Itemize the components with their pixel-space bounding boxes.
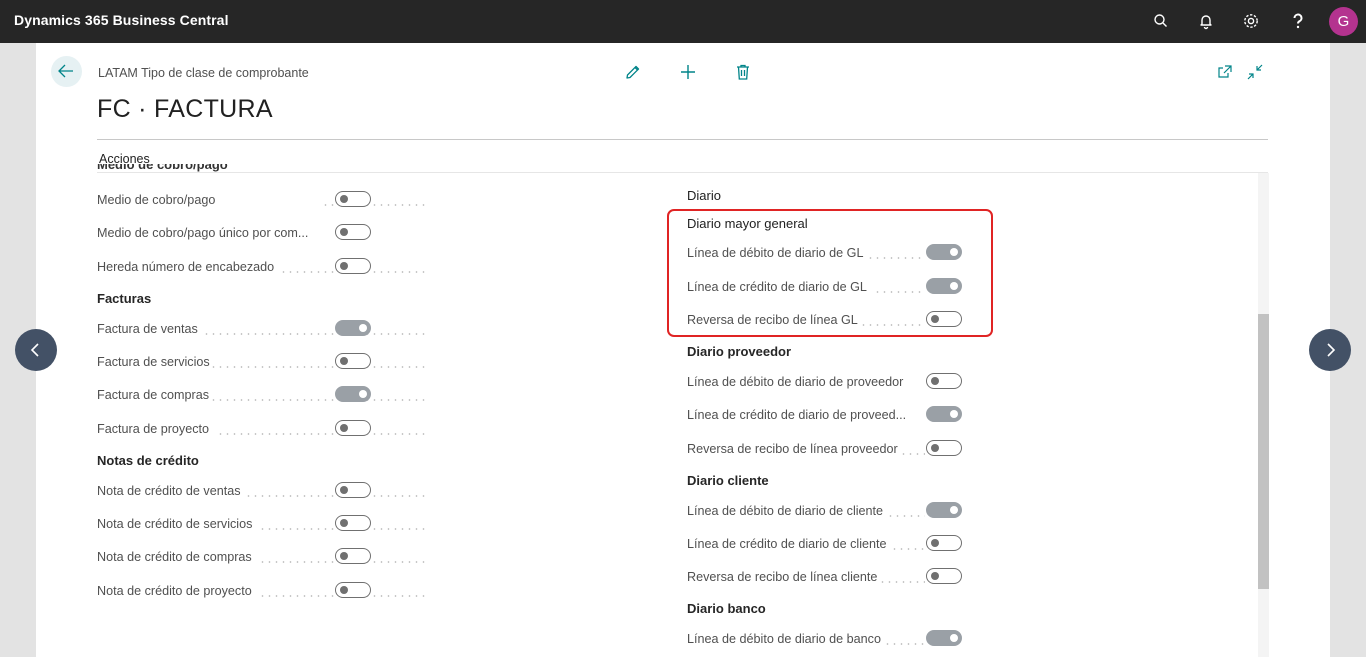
header-divider <box>97 139 1268 140</box>
edit-icon[interactable] <box>624 63 642 81</box>
field-label: Nota de crédito de compras <box>97 550 252 564</box>
next-record-button[interactable] <box>1309 329 1351 371</box>
field-label: Medio de cobro/pago <box>97 193 216 207</box>
toggle-switch[interactable] <box>926 535 962 551</box>
field-label: Medio de cobro/pago único por com... <box>97 226 309 240</box>
field-label: Hereda número de encabezado <box>97 260 275 274</box>
field-label: Línea de crédito de diario de proveed... <box>687 408 907 422</box>
toggle-switch[interactable] <box>335 548 371 564</box>
top-bar: Dynamics 365 Business Central G <box>0 0 1366 43</box>
field-label: Nota de crédito de ventas <box>97 484 241 498</box>
field-label: Línea de débito de diario de cliente <box>687 504 884 518</box>
field-label: Línea de crédito de diario de cliente <box>687 537 887 551</box>
toggle-switch[interactable] <box>335 224 371 240</box>
toggle-switch[interactable] <box>335 582 371 598</box>
collapse-icon[interactable] <box>1246 63 1264 81</box>
toggle-switch[interactable] <box>335 258 371 274</box>
field-label: Factura de compras <box>97 388 209 402</box>
group-title-facturas: Facturas <box>97 291 152 306</box>
toggle-switch[interactable] <box>335 386 371 402</box>
toggle-switch[interactable] <box>335 353 371 369</box>
group-title-proveedor: Diario proveedor <box>687 344 792 359</box>
field-label: Línea de débito de diario de banco <box>687 632 881 646</box>
chevron-left-icon <box>30 343 39 357</box>
toggle-switch[interactable] <box>926 440 962 456</box>
field-label: Factura de servicios <box>97 355 210 369</box>
toggle-switch[interactable] <box>926 406 962 422</box>
toggle-switch[interactable] <box>926 502 962 518</box>
gear-icon[interactable] <box>1242 12 1262 32</box>
toggle-switch[interactable] <box>335 191 371 207</box>
toggle-switch[interactable] <box>926 568 962 584</box>
group-title-notas: Notas de crédito <box>97 453 199 468</box>
toggle-switch[interactable] <box>335 320 371 336</box>
field-label: Factura de ventas <box>97 322 198 336</box>
section-title-diario: Diario <box>687 188 721 203</box>
field-label: Línea de débito de diario de proveedor <box>687 375 904 389</box>
app-title[interactable]: Dynamics 365 Business Central <box>14 12 229 28</box>
field-label: Nota de crédito de servicios <box>97 517 253 531</box>
scrollbar-thumb[interactable] <box>1258 314 1269 589</box>
toggle-switch[interactable] <box>335 482 371 498</box>
delete-icon[interactable] <box>734 63 752 81</box>
toggle-switch[interactable] <box>335 515 371 531</box>
page-card <box>36 43 1330 657</box>
help-icon[interactable] <box>1289 12 1309 32</box>
bell-icon[interactable] <box>1197 12 1217 32</box>
previous-record-button[interactable] <box>15 329 57 371</box>
group-title-cliente: Diario cliente <box>687 473 769 488</box>
field-label: Nota de crédito de proyecto <box>97 584 252 598</box>
back-button[interactable] <box>51 56 82 87</box>
page-title: FC · FACTURA <box>97 95 273 123</box>
chevron-right-icon <box>1327 343 1336 357</box>
avatar[interactable]: G <box>1329 7 1358 36</box>
field-label: Factura de proyecto <box>97 422 210 436</box>
field-label: Reversa de recibo de línea cliente <box>687 570 878 584</box>
field-label: Reversa de recibo de línea proveedor <box>687 442 898 456</box>
toggle-switch[interactable] <box>926 630 962 646</box>
plus-icon[interactable] <box>679 63 697 81</box>
open-new-window-icon[interactable] <box>1216 63 1234 81</box>
highlight-box <box>667 209 993 337</box>
search-icon[interactable] <box>1152 12 1172 32</box>
toggle-switch[interactable] <box>335 420 371 436</box>
breadcrumb: LATAM Tipo de clase de comprobante <box>98 66 309 80</box>
partial-section-heading: Medio de cobro/pago <box>97 164 228 172</box>
group-title-banco: Diario banco <box>687 601 766 616</box>
content-divider <box>97 172 1268 173</box>
toggle-switch[interactable] <box>926 373 962 389</box>
